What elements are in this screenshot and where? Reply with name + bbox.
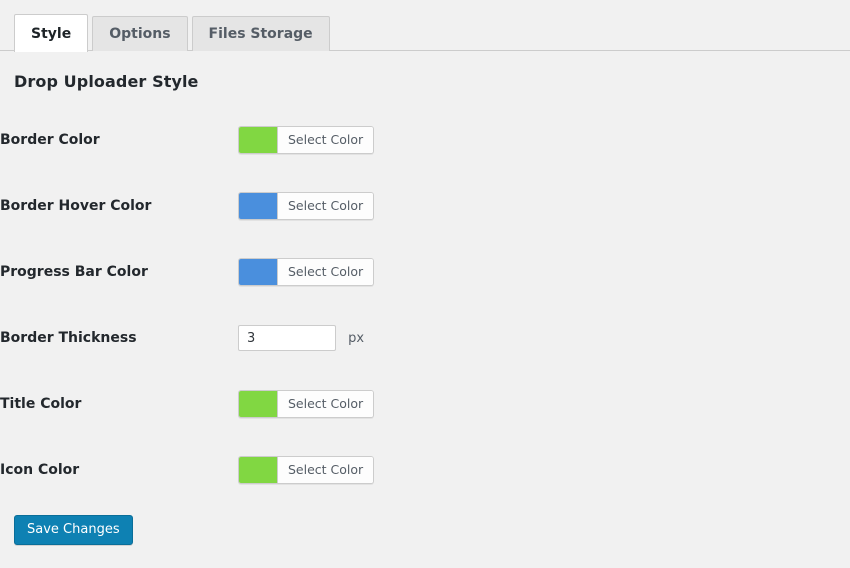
border-thickness-input[interactable]: [238, 325, 336, 351]
color-picker-progress-bar-color[interactable]: Select Color: [238, 258, 375, 286]
field-icon-color: Select Color: [238, 437, 820, 503]
page-title: Drop Uploader Style: [14, 72, 199, 91]
form-row-border-hover-color: Border Hover Color Select Color: [0, 173, 820, 239]
field-title-color: Select Color: [238, 371, 820, 437]
color-swatch-icon-color[interactable]: [239, 457, 278, 483]
field-border-thickness: px: [238, 305, 820, 371]
settings-form: Border Color Select Color Border Hover C…: [0, 107, 820, 503]
field-border-hover-color: Select Color: [238, 173, 820, 239]
color-picker-border-color[interactable]: Select Color: [238, 126, 375, 154]
form-row-icon-color: Icon Color Select Color: [0, 437, 820, 503]
form-row-progress-bar-color: Progress Bar Color Select Color: [0, 239, 820, 305]
form-row-border-color: Border Color Select Color: [0, 107, 820, 173]
color-swatch-border-hover-color[interactable]: [239, 193, 278, 219]
tab-files-storage-label: Files Storage: [208, 26, 313, 42]
color-swatch-progress-bar-color[interactable]: [239, 259, 278, 285]
color-picker-title-color-label: Select Color: [278, 391, 374, 417]
field-progress-bar-color: Select Color: [238, 239, 820, 305]
form-row-title-color: Title Color Select Color: [0, 371, 820, 437]
label-title-color: Title Color: [0, 396, 82, 412]
tab-options-label: Options: [109, 26, 171, 42]
color-picker-icon-color-label: Select Color: [278, 457, 374, 483]
form-row-border-thickness: Border Thickness px: [0, 305, 820, 371]
field-border-color: Select Color: [238, 107, 820, 173]
color-picker-title-color[interactable]: Select Color: [238, 390, 375, 418]
color-swatch-border-color[interactable]: [239, 127, 278, 153]
save-changes-button[interactable]: Save Changes: [14, 515, 133, 545]
tab-style-label: Style: [31, 25, 72, 42]
tab-options[interactable]: Options: [92, 16, 188, 51]
submit-area: Save Changes: [0, 503, 850, 545]
color-picker-border-color-label: Select Color: [278, 127, 374, 153]
color-picker-border-hover-color[interactable]: Select Color: [238, 192, 375, 220]
label-border-thickness: Border Thickness: [0, 330, 137, 346]
label-border-color: Border Color: [0, 132, 100, 148]
tab-bar: Style Options Files Storage: [0, 0, 850, 52]
color-picker-icon-color[interactable]: Select Color: [238, 456, 375, 484]
color-picker-border-hover-color-label: Select Color: [278, 193, 374, 219]
label-progress-bar-color: Progress Bar Color: [0, 264, 148, 280]
tab-style[interactable]: Style: [14, 14, 89, 52]
color-swatch-title-color[interactable]: [239, 391, 278, 417]
label-icon-color: Icon Color: [0, 462, 80, 478]
border-thickness-unit: px: [348, 330, 365, 346]
color-picker-progress-bar-color-label: Select Color: [278, 259, 374, 285]
label-border-hover-color: Border Hover Color: [0, 198, 152, 214]
tab-files-storage[interactable]: Files Storage: [191, 16, 330, 51]
tab-list: Style Options Files Storage: [14, 14, 850, 52]
